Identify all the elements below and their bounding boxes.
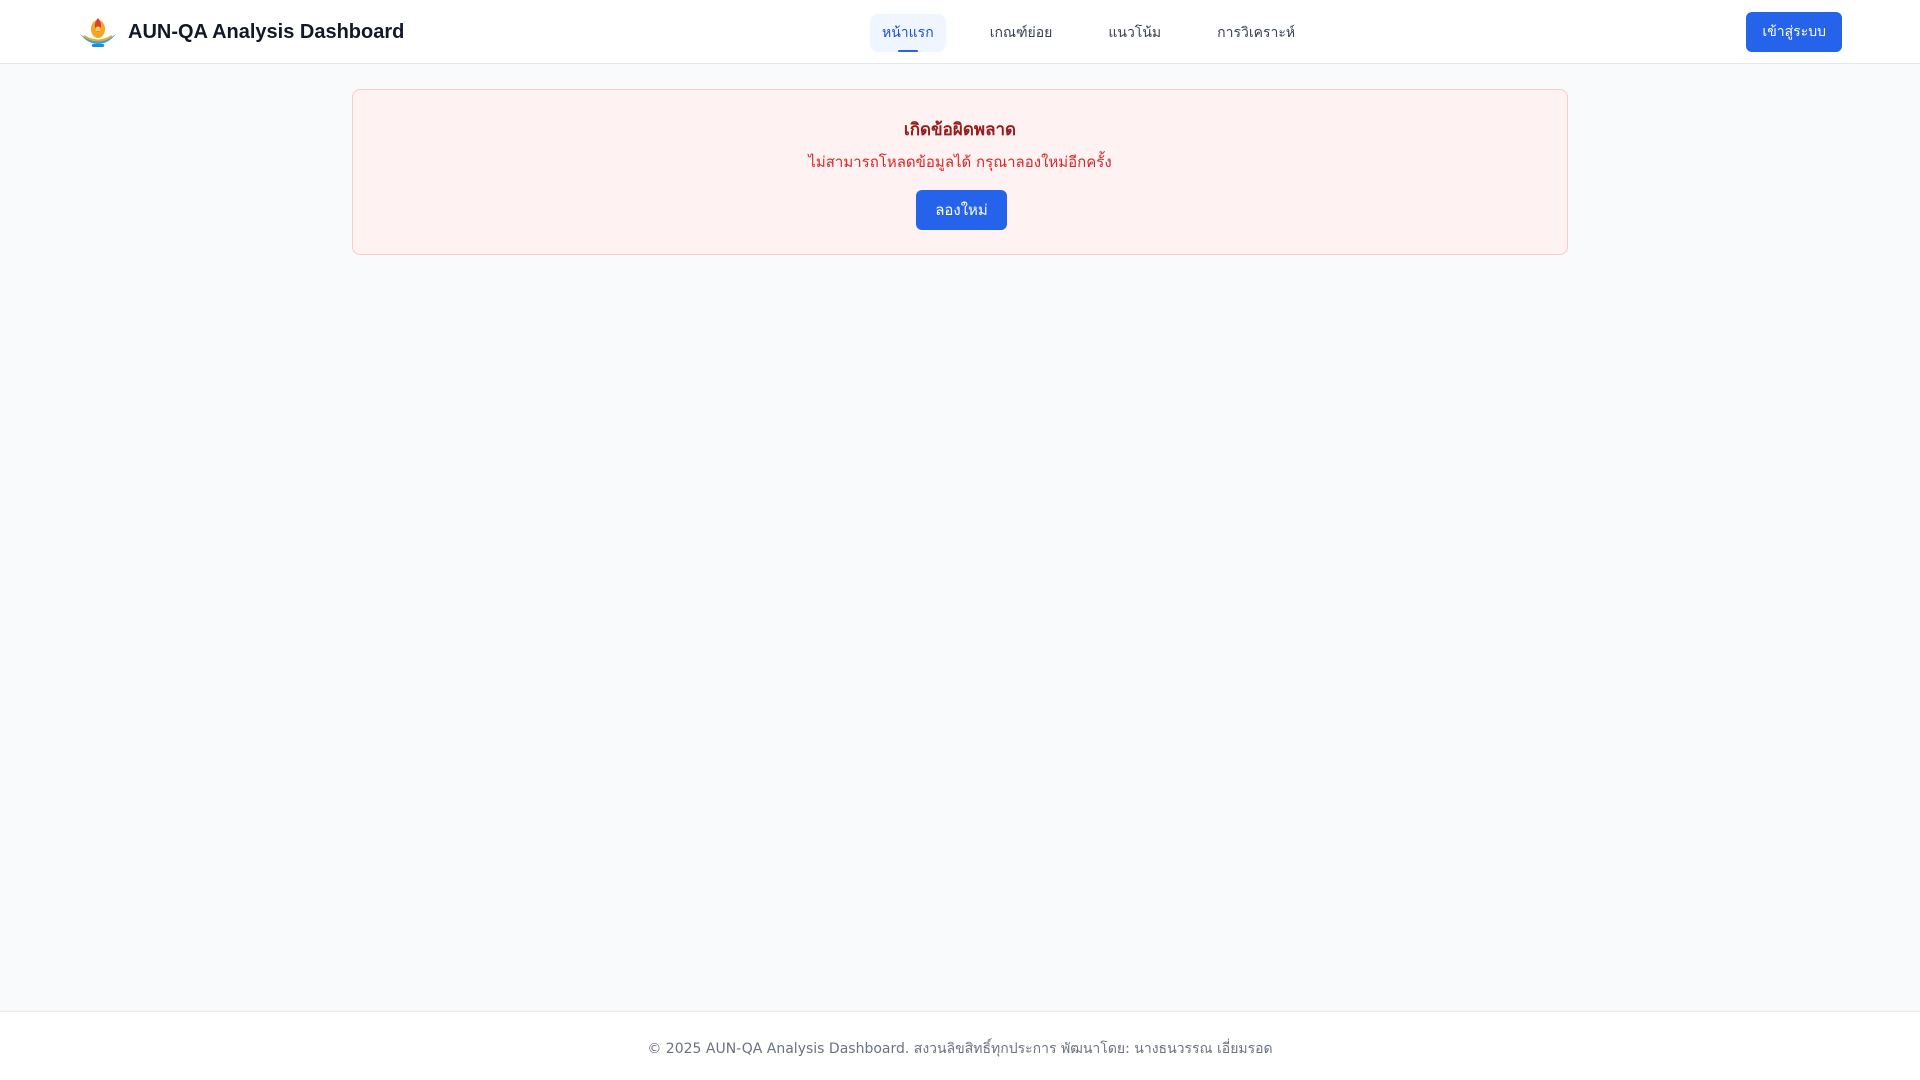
nav-sub-criteria-label: เกณฑ์ย่อย — [989, 25, 1053, 41]
nav-home[interactable]: หน้าแรก — [870, 14, 946, 52]
nav-analysis[interactable]: การวิเคราะห์ — [1205, 14, 1307, 52]
error-card: เกิดข้อผิดพลาด ไม่สามารถโหลดข้อมูลได้ กร… — [352, 89, 1568, 255]
app-title: AUN-QA Analysis Dashboard — [128, 20, 405, 43]
error-message: ไม่สามารถโหลดข้อมูลได้ กรุณาลองใหม่อีกคร… — [808, 153, 1112, 171]
brand[interactable]: AUN-QA Analysis Dashboard — [78, 14, 404, 50]
page-footer: © 2025 AUN-QA Analysis Dashboard. สงวนลิ… — [0, 1011, 1920, 1080]
login-button[interactable]: เข้าสู่ระบบ — [1746, 12, 1842, 52]
retry-button[interactable]: ลองใหม่ — [916, 190, 1007, 230]
nav-sub-criteria[interactable]: เกณฑ์ย่อย — [978, 14, 1065, 52]
footer-text: © 2025 AUN-QA Analysis Dashboard. สงวนลิ… — [647, 1041, 1273, 1057]
university-emblem-icon — [80, 18, 116, 47]
error-title: เกิดข้อผิดพลาด — [903, 120, 1017, 140]
main-nav: หน้าแรก เกณฑ์ย่อย แนวโน้ม การวิเคราะห์ — [870, 14, 1339, 52]
top-header: AUN-QA Analysis Dashboard หน้าแรก เกณฑ์ย… — [0, 0, 1920, 64]
nav-trends-label: แนวโน้ม — [1108, 25, 1162, 41]
nav-trends[interactable]: แนวโน้ม — [1096, 14, 1173, 52]
nav-analysis-label: การวิเคราะห์ — [1217, 25, 1296, 41]
nav-home-label: หน้าแรก — [882, 25, 934, 41]
